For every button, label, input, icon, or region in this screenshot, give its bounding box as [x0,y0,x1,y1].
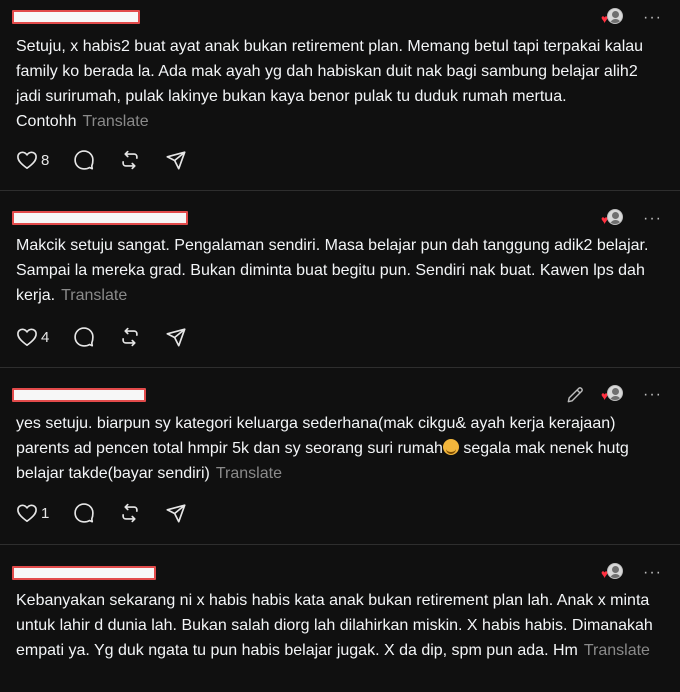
divider [0,367,680,368]
redacted-username [12,566,156,580]
repost-icon [122,503,139,523]
like-count: 8 [41,151,50,169]
divider [0,544,680,545]
post-text: Kebanyakan sekarang ni x habis habis kat… [16,588,656,663]
heart-outline-icon [17,504,37,522]
send-icon [166,504,186,523]
reply-button[interactable] [73,149,95,171]
share-button[interactable] [165,326,187,348]
liked-by-author-avatar[interactable]: ♥ [601,563,624,583]
translate-link[interactable]: Translate [61,287,127,304]
avatar [607,385,624,401]
post-text: Makcik setuju sangat. Pengalaman sendiri… [16,233,656,308]
more-options-icon[interactable]: ··· [643,10,662,26]
post-meta: ♥ ··· [601,209,662,229]
post-meta: ♥ ··· [601,8,662,28]
translate-link[interactable]: Translate [216,465,282,482]
send-icon [166,151,186,170]
repost-icon [122,150,139,170]
post-actions: 1 [16,501,211,525]
translate-link[interactable]: Translate [83,113,149,130]
post-actions: 4 [16,325,211,349]
edit-pencil-icon[interactable] [565,385,585,405]
share-button[interactable] [165,149,187,171]
divider [0,190,680,191]
like-count: 4 [41,328,50,346]
redacted-username [12,388,146,402]
redacted-username [12,211,188,225]
more-options-icon[interactable]: ··· [643,565,662,581]
more-options-icon[interactable]: ··· [643,211,662,227]
heart-outline-icon [17,151,37,169]
repost-button[interactable] [119,502,141,524]
repost-icon [122,327,139,347]
redacted-username [12,10,140,24]
heart-outline-icon [17,328,37,346]
like-count: 1 [41,504,50,522]
post-body: Kebanyakan sekarang ni x habis habis kat… [16,592,653,659]
avatar [607,563,624,579]
translate-link[interactable]: Translate [584,642,650,659]
share-button[interactable] [165,502,187,524]
comment-icon [74,150,95,170]
liked-by-author-avatar[interactable]: ♥ [601,209,624,229]
reply-button[interactable] [73,326,95,348]
more-options-icon[interactable]: ··· [643,387,662,403]
repost-button[interactable] [119,326,141,348]
smiling-face-emoji-icon [442,439,459,455]
post-text: yes setuju. biarpun sy kategori keluarga… [16,411,656,486]
avatar [607,8,624,24]
like-button[interactable]: 8 [16,150,49,170]
post-text: Setuju, x habis2 buat ayat anak bukan re… [16,34,656,134]
post-actions: 8 [16,148,211,172]
post-meta: ♥ ··· [601,563,662,583]
reply-button[interactable] [73,502,95,524]
post-meta: ♥ ··· [565,385,662,405]
comment-icon [74,327,95,347]
liked-by-author-avatar[interactable]: ♥ [601,8,624,28]
like-button[interactable]: 1 [16,503,49,523]
avatar [607,209,624,225]
liked-by-author-avatar[interactable]: ♥ [601,385,624,405]
like-button[interactable]: 4 [16,327,49,347]
repost-button[interactable] [119,149,141,171]
comment-icon [74,503,95,523]
send-icon [166,328,186,347]
